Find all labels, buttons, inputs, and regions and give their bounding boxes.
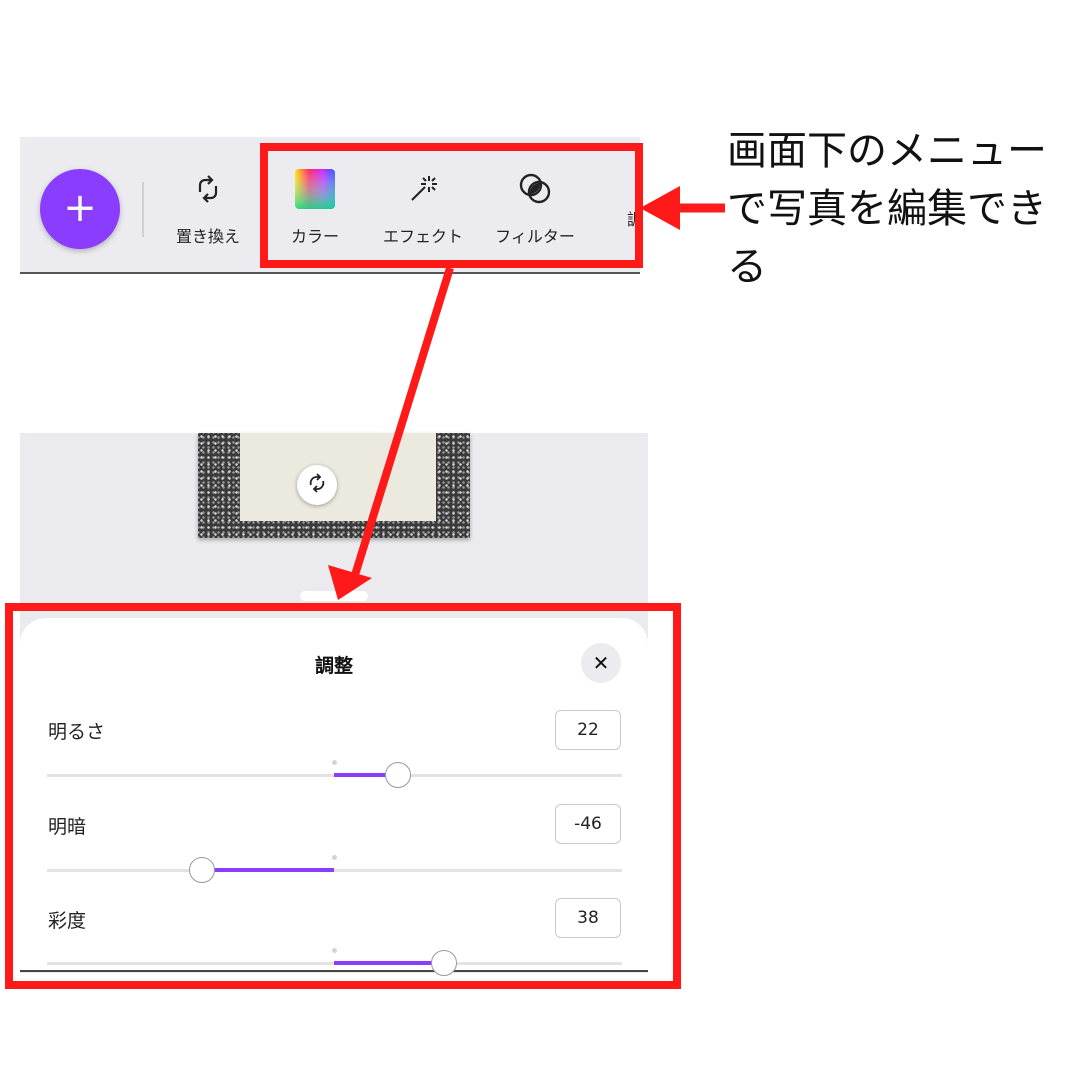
annotation-text: 画面下のメニューで写真を編集できる	[727, 128, 1047, 290]
arrow-down-line	[351, 266, 454, 577]
arrow-down-head	[328, 565, 372, 600]
arrow-left-head	[640, 186, 680, 230]
